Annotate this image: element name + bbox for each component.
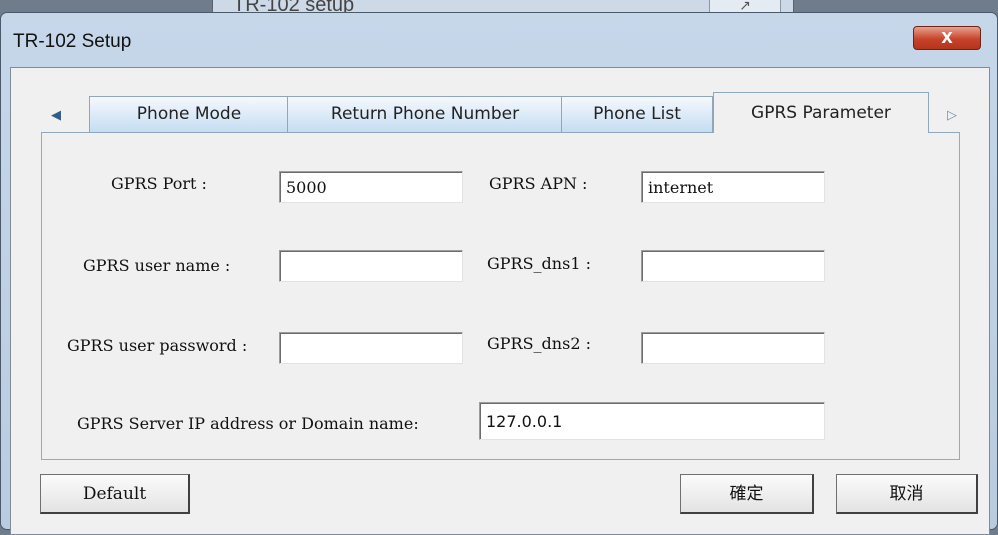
gprs-server-input[interactable] [479, 402, 825, 440]
gprs-server-label: GPRS Server IP address or Domain name: [77, 414, 419, 433]
tab-scroll-right-icon[interactable]: ▷ [947, 108, 957, 123]
cancel-button[interactable]: 取消 [836, 474, 978, 514]
tab-scroll-left-icon[interactable]: ◀ [51, 108, 61, 123]
gprs-user-password-label: GPRS user password : [67, 336, 248, 355]
gprs-dns2-input[interactable] [641, 332, 825, 364]
tab-return-phone-number[interactable]: Return Phone Number [287, 96, 563, 132]
close-button[interactable]: X [913, 26, 981, 50]
gprs-dns2-label: GPRS_dns2 : [487, 334, 591, 353]
gprs-apn-input[interactable] [641, 171, 825, 203]
ok-button[interactable]: 確定 [680, 474, 814, 514]
tab-strip: ◀ Phone Mode Return Phone Number Phone L… [11, 68, 989, 142]
gprs-dns1-label: GPRS_dns1 : [487, 254, 591, 273]
dialog-window: TR-102 Setup X ◀ Phone Mode Return Phone… [0, 12, 998, 535]
window-title: TR-102 Setup [13, 31, 132, 52]
dialog-client-area: ◀ Phone Mode Return Phone Number Phone L… [10, 67, 990, 535]
gprs-port-input[interactable] [279, 171, 463, 203]
tab-gprs-parameter[interactable]: GPRS Parameter [713, 92, 929, 133]
gprs-port-label: GPRS Port : [111, 174, 207, 193]
gprs-apn-label: GPRS APN : [489, 174, 588, 193]
gprs-user-name-input[interactable] [279, 250, 463, 282]
gprs-dns1-input[interactable] [641, 250, 825, 282]
tab-phone-mode[interactable]: Phone Mode [89, 96, 289, 132]
gprs-user-password-input[interactable] [279, 332, 463, 364]
tab-phone-list[interactable]: Phone List [561, 96, 713, 132]
gprs-user-name-label: GPRS user name : [83, 256, 231, 275]
default-button[interactable]: Default [40, 474, 190, 514]
